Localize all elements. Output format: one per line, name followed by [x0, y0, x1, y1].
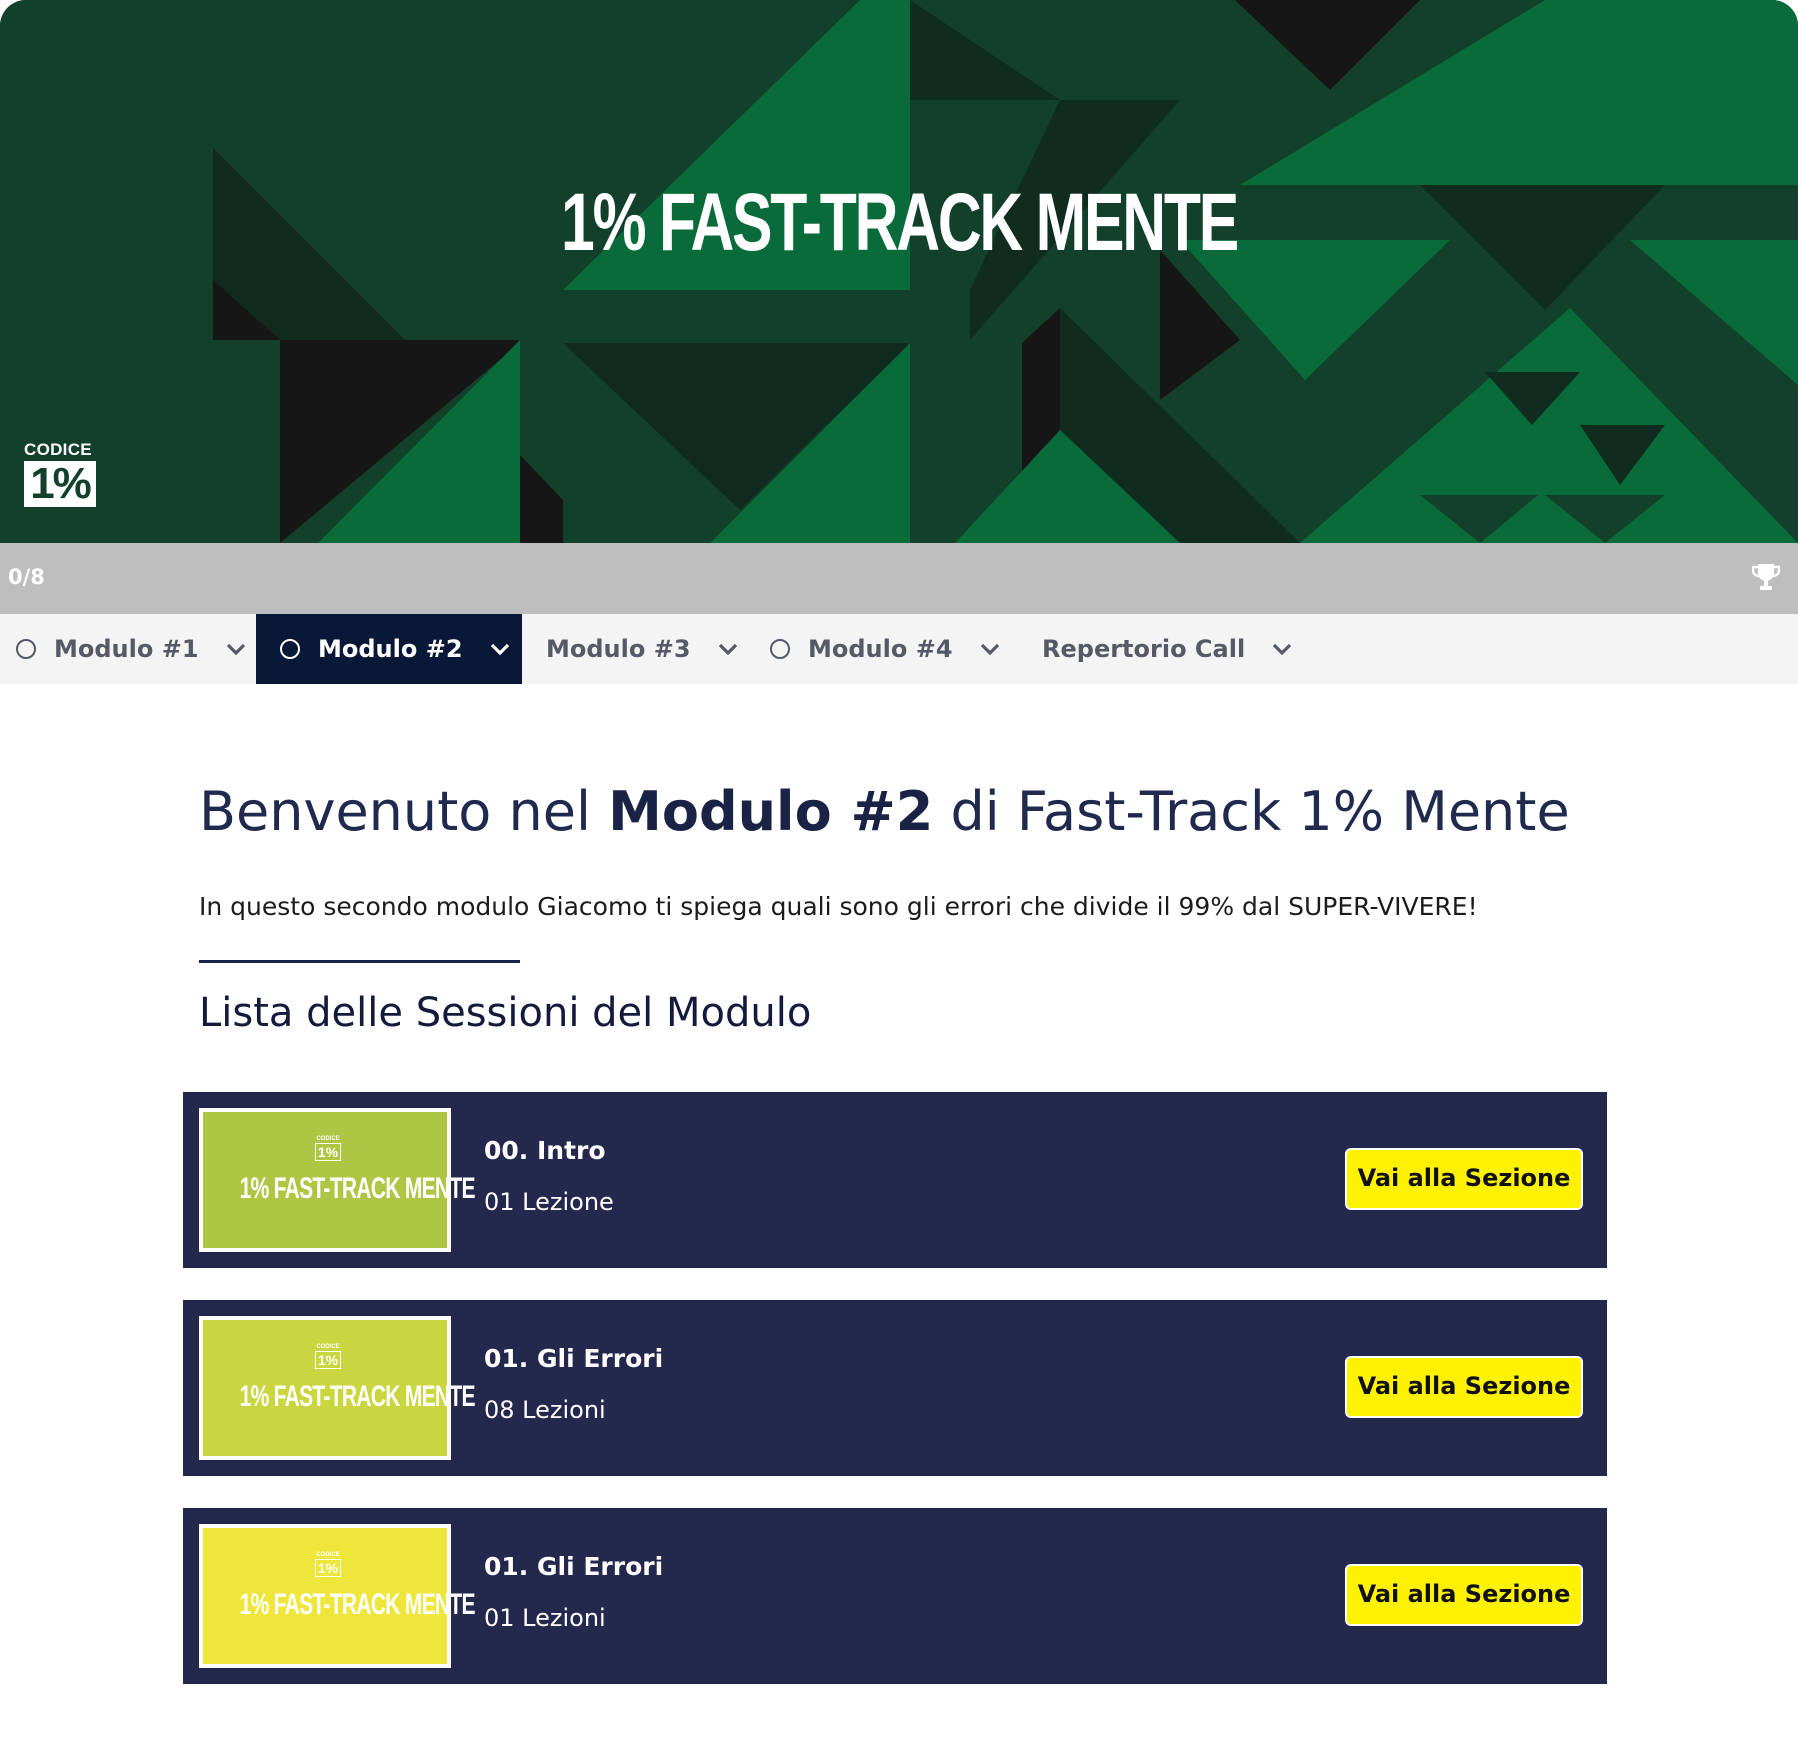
- session-thumbnail[interactable]: CODICE 1% 1% FAST-TRACK MENTE: [199, 1524, 476, 1668]
- go-to-section-button[interactable]: Vai alla Sezione: [1345, 1564, 1583, 1626]
- incomplete-circle-icon: [280, 639, 300, 659]
- tab-modulo-2[interactable]: Modulo #2: [256, 614, 522, 684]
- trophy-icon: [1752, 564, 1780, 590]
- tab-label: Modulo #1: [54, 635, 199, 663]
- page-title-module: Modulo #2: [608, 780, 934, 843]
- hero-geometric-pattern: [0, 0, 1798, 543]
- section-divider: [199, 960, 520, 963]
- thumbnail-logo: CODICE 1%: [315, 1552, 341, 1577]
- progress-count: 0/8: [8, 565, 45, 589]
- module-description: In questo secondo modulo Giacomo ti spie…: [199, 892, 1478, 921]
- thumbnail-logo: CODICE 1%: [315, 1136, 341, 1161]
- chevron-down-icon: [1273, 643, 1292, 656]
- thumbnail-title: 1% FAST-TRACK MENTE: [239, 1588, 476, 1621]
- chevron-down-icon: [980, 643, 999, 656]
- incomplete-circle-icon: [16, 639, 36, 659]
- tab-label: Repertorio Call: [1042, 635, 1246, 663]
- session-card: CODICE 1% 1% FAST-TRACK MENTE 00. Intro …: [183, 1092, 1607, 1268]
- tab-label: Modulo #3: [546, 635, 691, 663]
- session-lesson-count: 01 Lezione: [484, 1188, 614, 1216]
- thumbnail-logo: CODICE 1%: [315, 1344, 341, 1369]
- session-card: CODICE 1% 1% FAST-TRACK MENTE 01. Gli Er…: [183, 1300, 1607, 1476]
- page-title: Benvenuto nel Modulo #2 di Fast-Track 1%…: [199, 775, 1570, 849]
- thumbnail-title: 1% FAST-TRACK MENTE: [239, 1380, 476, 1413]
- hero-banner: 1% FAST-TRACK MENTE CODICE 1%: [0, 0, 1798, 543]
- module-tabs: Modulo #1 Modulo #2 Modulo #3 Modulo #4 …: [0, 614, 1798, 684]
- tab-modulo-3[interactable]: Modulo #3: [522, 614, 766, 684]
- course-progress-bar: 0/8: [0, 543, 1798, 614]
- thumbnail-title: 1% FAST-TRACK MENTE: [239, 1172, 476, 1205]
- session-lesson-count: 01 Lezioni: [484, 1604, 606, 1632]
- brand-logo-mark: 1%: [24, 461, 96, 507]
- brand-logo-text: CODICE: [24, 440, 92, 459]
- session-title: 01. Gli Errori: [484, 1344, 664, 1373]
- page-title-suffix: di Fast-Track 1% Mente: [933, 780, 1570, 843]
- tab-modulo-4[interactable]: Modulo #4: [766, 614, 1036, 684]
- chevron-down-icon: [718, 643, 737, 656]
- hero-title: 1% FAST-TRACK MENTE: [561, 177, 1239, 268]
- page: 1% FAST-TRACK MENTE CODICE 1% 0/8 Modulo…: [0, 0, 1798, 1754]
- go-to-section-button[interactable]: Vai alla Sezione: [1345, 1148, 1583, 1210]
- tab-label: Modulo #2: [318, 635, 463, 663]
- session-thumbnail[interactable]: CODICE 1% 1% FAST-TRACK MENTE: [199, 1108, 476, 1252]
- brand-logo: CODICE 1%: [24, 441, 98, 507]
- tab-label: Modulo #4: [808, 635, 953, 663]
- session-card: CODICE 1% 1% FAST-TRACK MENTE 01. Gli Er…: [183, 1508, 1607, 1684]
- session-thumbnail[interactable]: CODICE 1% 1% FAST-TRACK MENTE: [199, 1316, 476, 1460]
- chevron-down-icon: [226, 643, 245, 656]
- page-title-prefix: Benvenuto nel: [199, 780, 609, 843]
- incomplete-circle-icon: [770, 639, 790, 659]
- session-title: 00. Intro: [484, 1136, 606, 1165]
- tab-modulo-1[interactable]: Modulo #1: [0, 614, 256, 684]
- go-to-section-button[interactable]: Vai alla Sezione: [1345, 1356, 1583, 1418]
- session-title: 01. Gli Errori: [484, 1552, 664, 1581]
- chevron-down-icon: [490, 643, 509, 656]
- session-lesson-count: 08 Lezioni: [484, 1396, 606, 1424]
- tab-repertorio-call[interactable]: Repertorio Call: [1036, 614, 1336, 684]
- sessions-list-title: Lista delle Sessioni del Modulo: [199, 990, 812, 1036]
